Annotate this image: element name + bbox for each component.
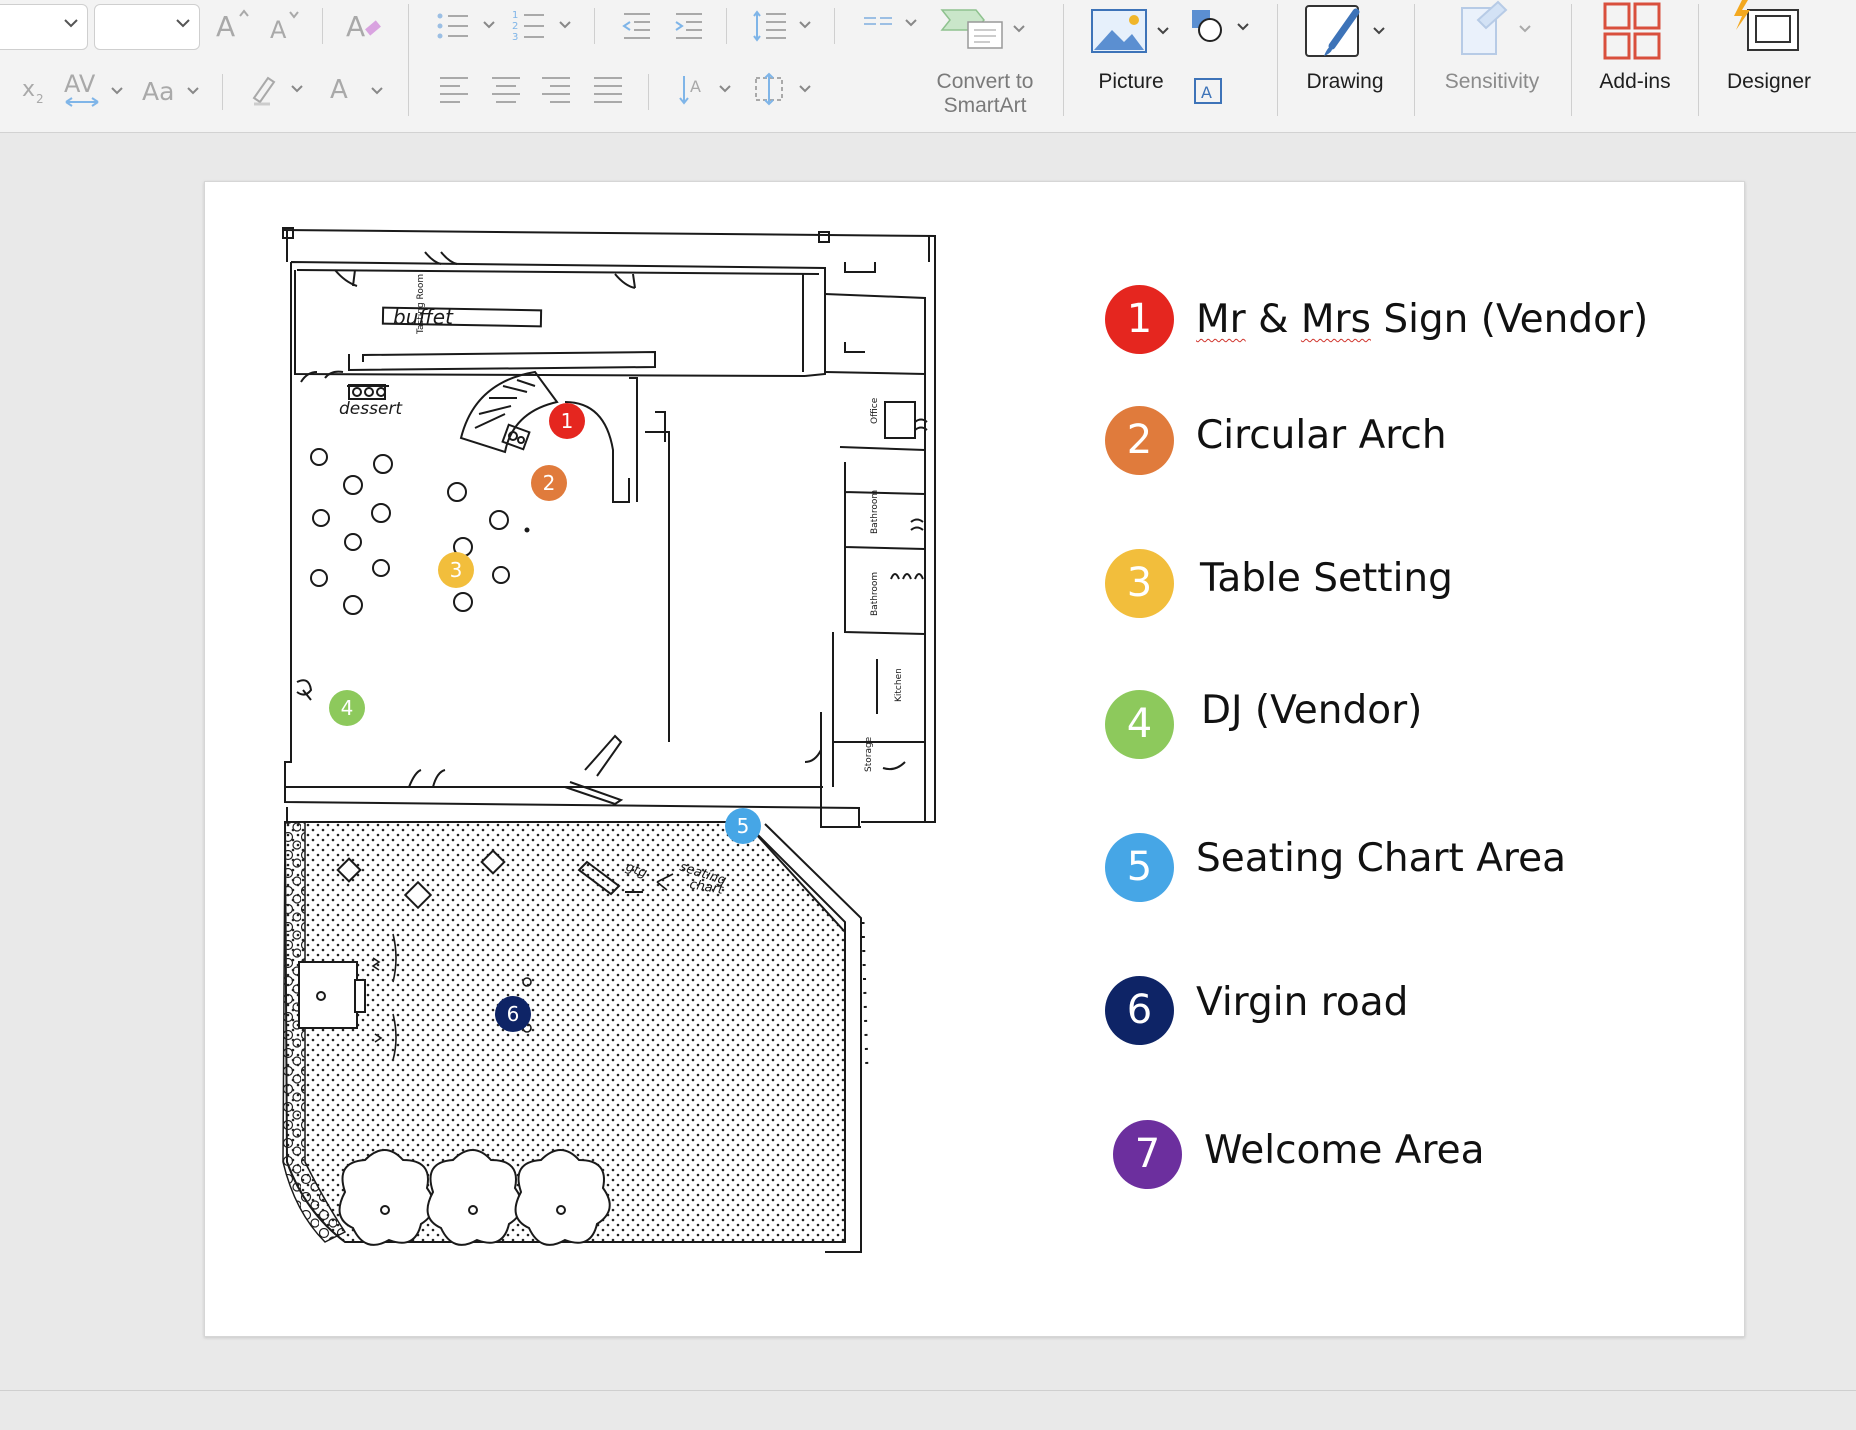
legend-badge-1: 1: [1105, 285, 1174, 354]
legend-badge-6: 6: [1105, 976, 1174, 1045]
legend-text-6[interactable]: Virgin road: [1196, 968, 1408, 1038]
convert-smartart-label[interactable]: Convert to SmartArt: [920, 70, 1050, 118]
smartart-icon[interactable]: [940, 6, 1030, 56]
status-bar: [0, 1390, 1856, 1430]
highlight-icon[interactable]: [248, 72, 312, 108]
chevron-down-icon: [176, 19, 190, 28]
increase-font-size-icon[interactable]: A: [214, 8, 254, 42]
text-direction-icon[interactable]: A: [676, 70, 736, 110]
increase-indent-icon[interactable]: [672, 10, 706, 42]
svg-text:A: A: [1201, 83, 1212, 102]
textbox-icon[interactable]: A: [1192, 76, 1224, 106]
svg-text:A: A: [346, 10, 365, 42]
designer-icon[interactable]: [1734, 0, 1804, 56]
marker-6-number: 6: [507, 1002, 520, 1026]
decrease-indent-icon[interactable]: [620, 10, 654, 42]
office-label: Office: [870, 397, 880, 424]
svg-text:2: 2: [512, 21, 518, 32]
marker-5-number: 5: [737, 814, 750, 838]
legend-text-1-mr: Mr: [1196, 297, 1246, 342]
legend-badge-2: 2: [1105, 406, 1174, 475]
drawing-icon[interactable]: [1302, 2, 1392, 62]
legend-badge-4: 4: [1105, 690, 1174, 759]
character-spacing-icon[interactable]: AV: [62, 70, 126, 110]
legend-text-1-mrs: Mrs: [1300, 297, 1371, 342]
marker-4-number: 4: [341, 696, 354, 720]
chevron-down-icon: [64, 19, 78, 28]
slide-canvas: buffet Tasting Room dessert Office Bathr…: [0, 133, 1856, 1390]
svg-text:3: 3: [512, 32, 518, 43]
smartart-label-line2: SmartArt: [943, 94, 1027, 117]
bullets-icon[interactable]: [436, 10, 500, 42]
addins-label[interactable]: Add-ins: [1585, 70, 1685, 94]
line-spacing-icon[interactable]: [752, 8, 816, 44]
legend-text-2[interactable]: Circular Arch: [1196, 401, 1447, 471]
bathroom1-label: Bathroom: [870, 490, 880, 534]
font-color-icon[interactable]: A: [328, 72, 388, 108]
columns-icon[interactable]: [862, 12, 926, 40]
legend-text-1-rest: Sign (Vendor): [1370, 297, 1649, 342]
marker-1-number: 1: [561, 409, 574, 433]
legend-text-5[interactable]: Seating Chart Area: [1196, 824, 1566, 894]
addins-icon[interactable]: [1603, 2, 1663, 60]
svg-text:AV: AV: [64, 70, 96, 98]
dessert-label: dessert: [339, 399, 403, 419]
drawing-label[interactable]: Drawing: [1290, 70, 1400, 94]
svg-text:A: A: [270, 16, 287, 42]
svg-text:Aa: Aa: [142, 77, 174, 106]
svg-text:A: A: [330, 75, 348, 105]
decrease-font-size-icon[interactable]: A: [268, 8, 308, 42]
change-case-icon[interactable]: Aa: [140, 76, 206, 106]
subscript-icon[interactable]: x2: [20, 76, 50, 106]
legend-text-1-amp: &: [1245, 297, 1301, 342]
justify-icon[interactable]: [592, 74, 626, 104]
picture-icon[interactable]: [1090, 6, 1174, 58]
picture-label[interactable]: Picture: [1086, 70, 1176, 94]
marker-2-number: 2: [543, 471, 556, 495]
legend-text-4[interactable]: DJ (Vendor): [1201, 676, 1422, 746]
font-size-combo[interactable]: [94, 4, 200, 50]
legend-badge-7: 7: [1113, 1120, 1182, 1189]
smartart-label-line1: Convert to: [936, 70, 1034, 93]
align-left-icon[interactable]: [438, 74, 472, 104]
shapes-icon[interactable]: [1190, 8, 1254, 48]
clear-formatting-icon[interactable]: A: [344, 6, 384, 42]
sensitivity-label[interactable]: Sensitivity: [1430, 70, 1554, 94]
slide[interactable]: buffet Tasting Room dessert Office Bathr…: [204, 181, 1745, 1337]
bathroom2-label: Bathroom: [870, 572, 880, 616]
svg-text:x: x: [22, 77, 35, 102]
legend-badge-5: 5: [1105, 833, 1174, 902]
ribbon: A A A x2 AV Aa A 123 A Convert to SmartA…: [0, 0, 1856, 133]
svg-text:1: 1: [512, 10, 518, 21]
kitchen-label: Kitchen: [894, 668, 904, 702]
svg-text:2: 2: [36, 92, 44, 106]
legend-text-3[interactable]: Table Setting: [1200, 544, 1453, 614]
numbering-icon[interactable]: 123: [512, 8, 576, 44]
storage-label: Storage: [864, 736, 874, 772]
align-center-icon[interactable]: [490, 74, 524, 104]
marker-3-number: 3: [450, 558, 463, 582]
align-text-icon[interactable]: [752, 70, 816, 110]
svg-text:A: A: [690, 77, 701, 96]
legend-text-7[interactable]: Welcome Area: [1204, 1116, 1485, 1186]
legend-badge-3: 3: [1105, 549, 1174, 618]
align-right-icon[interactable]: [540, 74, 574, 104]
designer-label[interactable]: Designer: [1714, 70, 1824, 94]
tasting-room-label: Tasting Room: [416, 274, 426, 335]
sensitivity-icon[interactable]: [1456, 0, 1536, 60]
legend-text-1[interactable]: Mr & Mrs Sign (Vendor): [1196, 285, 1648, 355]
svg-text:A: A: [216, 10, 235, 42]
font-name-combo[interactable]: [0, 4, 88, 50]
floor-plan-image[interactable]: buffet Tasting Room dessert Office Bathr…: [265, 202, 985, 1292]
